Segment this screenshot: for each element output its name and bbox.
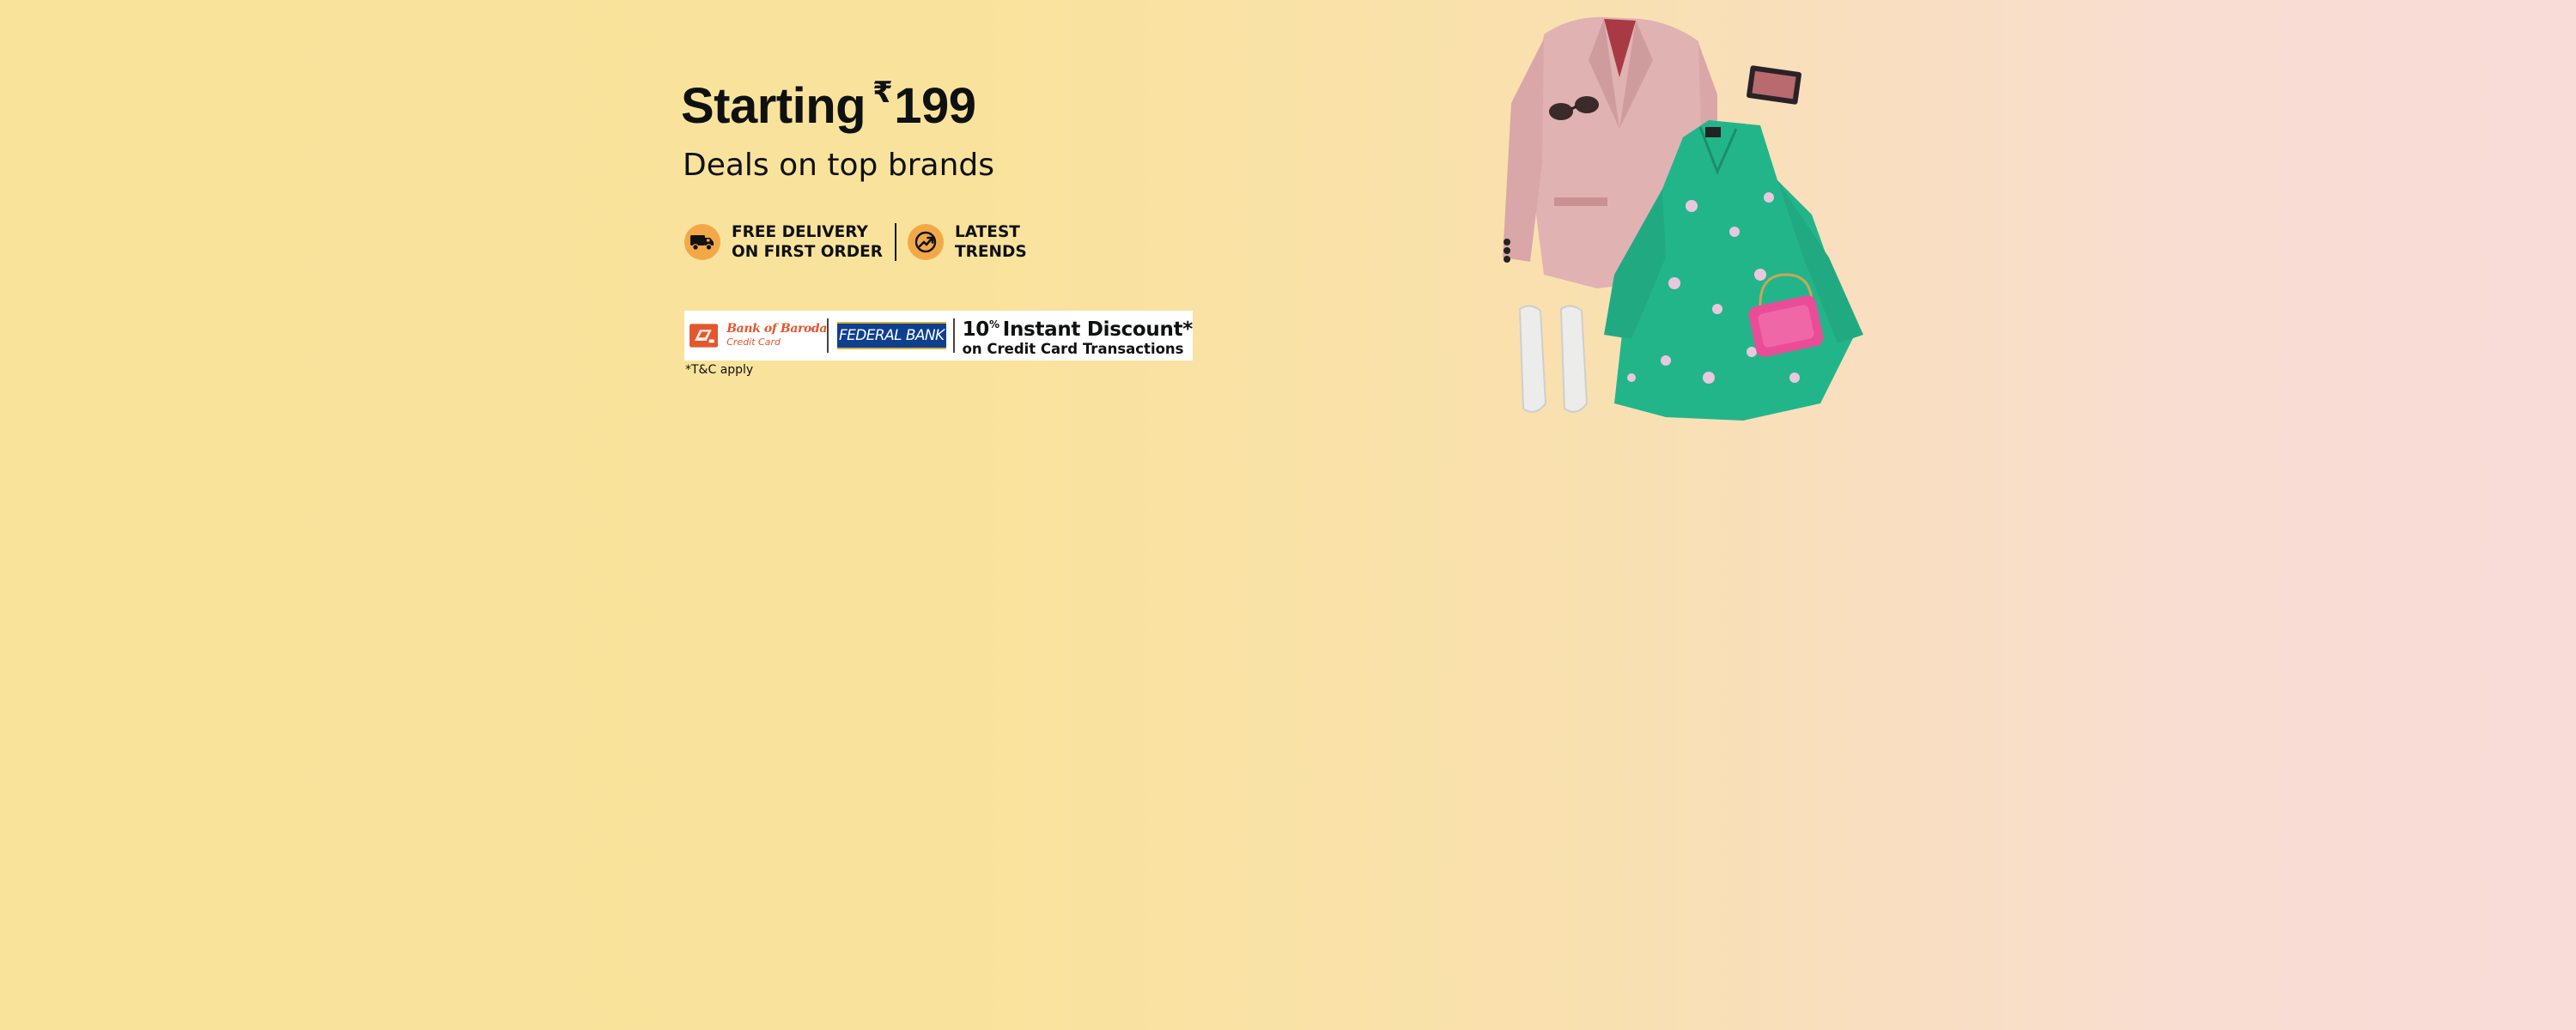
bank2-name: FEDERAL BANK [838, 327, 945, 344]
feature-line: LATEST [955, 223, 1020, 241]
bank1-subtitle: Credit Card [726, 336, 781, 348]
discount-value: 10 [962, 318, 990, 341]
headline-prefix: Starting [681, 78, 866, 134]
makeup-palette-image [1747, 65, 1801, 105]
feature-list: FREE DELIVERY ON FIRST ORDER LATEST TREN… [684, 218, 1027, 266]
headline-price: 199 [894, 78, 976, 134]
subheading: Deals on top brands [683, 148, 994, 183]
bank-offer-strip[interactable]: Bank of Baroda Credit Card FEDERAL BANK … [684, 311, 1193, 360]
terms-note: *T&C apply [685, 363, 754, 377]
feature-line: ON FIRST ORDER [732, 243, 884, 261]
feature-text: LATEST TRENDS [955, 222, 1027, 262]
promo-banner[interactable]: Starting ₹199 Deals on top brands FREE DE… [0, 0, 2576, 1030]
feature-line: FREE DELIVERY [732, 223, 868, 241]
discount-unit: % [988, 318, 999, 330]
discount-text: 10% Instant Discount* on Credit Card Tran… [962, 313, 1194, 358]
feature-free-delivery: FREE DELIVERY ON FIRST ORDER [684, 222, 883, 262]
fashion-products-image [1503, 16, 1863, 421]
offer-divider [827, 318, 829, 353]
currency-symbol: ₹ [872, 76, 893, 109]
bank-of-baroda-logo: Bank of Baroda Credit Card [690, 320, 827, 351]
feature-latest-trends: LATEST TRENDS [908, 222, 1027, 262]
feature-text: FREE DELIVERY ON FIRST ORDER [732, 222, 883, 262]
bank1-name: Bank of Baroda [726, 322, 827, 336]
discount-subtitle: on Credit Card Transactions [962, 341, 1184, 357]
feature-line: TRENDS [955, 243, 1027, 261]
headline: Starting ₹199 [681, 76, 976, 135]
discount-label: Instant Discount* [1002, 318, 1194, 341]
feature-divider [895, 223, 897, 261]
bank-of-baroda-card-icon [690, 324, 719, 348]
trending-arrow-icon [908, 224, 945, 260]
delivery-truck-icon [684, 224, 720, 260]
offer-divider [952, 318, 955, 353]
federal-bank-logo: FEDERAL BANK [836, 322, 946, 349]
white-sneakers-image [1518, 305, 1589, 413]
